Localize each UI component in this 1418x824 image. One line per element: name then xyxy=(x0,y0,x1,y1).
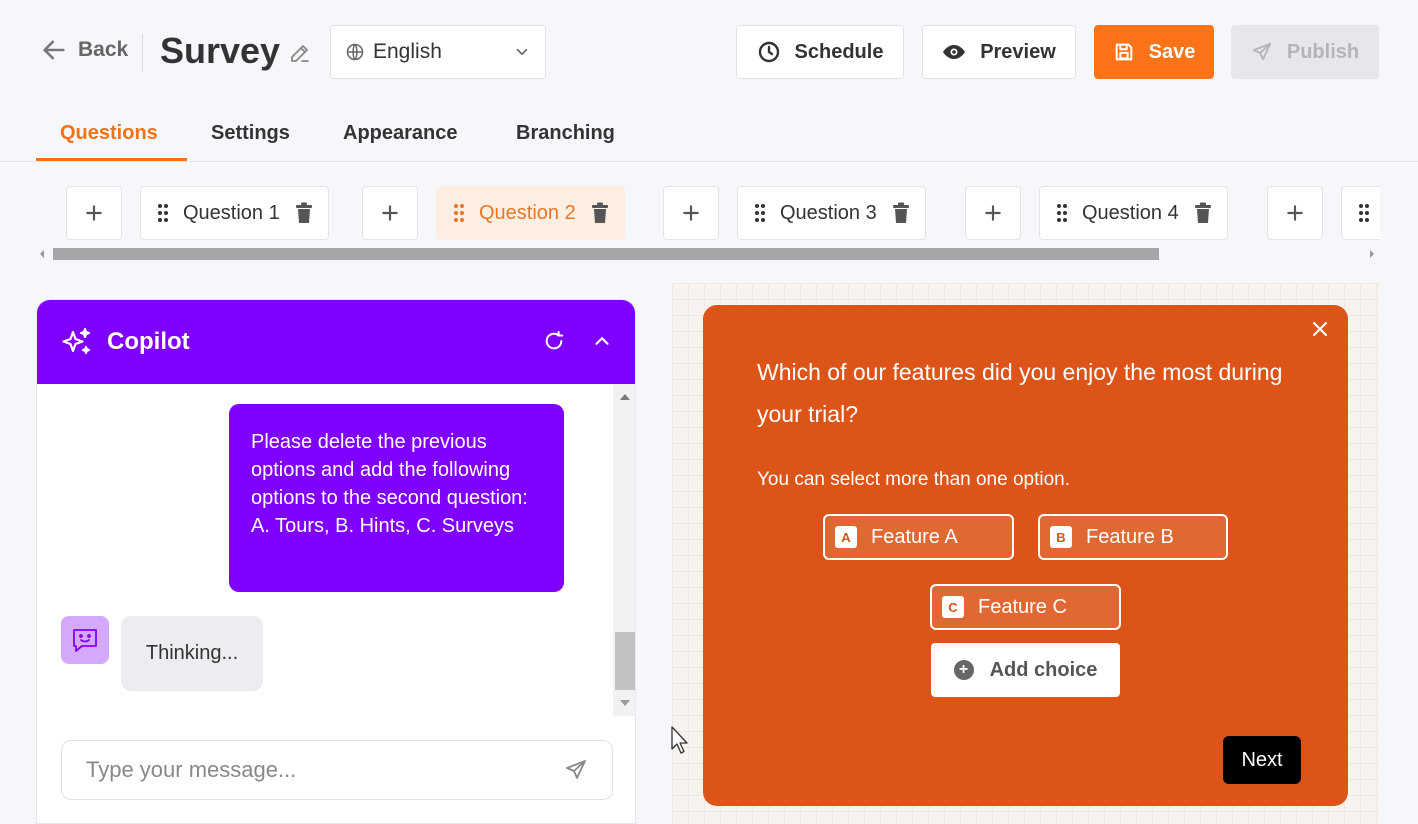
question-label: Question 1 xyxy=(183,201,280,224)
schedule-label: Schedule xyxy=(794,40,884,63)
tab-bar: Questions Settings Appearance Branching xyxy=(0,104,1418,162)
publish-label: Publish xyxy=(1286,40,1360,63)
add-question-button[interactable] xyxy=(362,186,418,240)
tab-branching[interactable]: Branching xyxy=(516,122,615,145)
chevron-up-icon[interactable] xyxy=(591,330,613,352)
question-tab-partial[interactable] xyxy=(1341,186,1380,240)
bot-message: Thinking... xyxy=(121,616,263,691)
globe-icon xyxy=(346,43,364,61)
back-label: Back xyxy=(78,38,129,61)
vertical-scrollbar[interactable] xyxy=(613,384,635,716)
divider xyxy=(142,34,143,72)
plus-icon xyxy=(382,205,398,221)
mouse-cursor-icon xyxy=(671,726,688,754)
eye-icon xyxy=(943,45,966,59)
preview-label: Preview xyxy=(980,40,1056,63)
send-icon[interactable] xyxy=(564,758,588,782)
choice-a[interactable]: A Feature A xyxy=(823,514,1014,560)
publish-button[interactable]: Publish xyxy=(1231,25,1379,79)
choice-c[interactable]: C Feature C xyxy=(930,584,1121,630)
add-question-button[interactable] xyxy=(965,186,1021,240)
drag-handle-icon[interactable] xyxy=(1056,203,1068,223)
tab-questions[interactable]: Questions xyxy=(60,122,158,145)
tab-settings[interactable]: Settings xyxy=(211,122,290,145)
refresh-icon[interactable] xyxy=(543,330,565,352)
scroll-thumb[interactable] xyxy=(615,632,635,690)
trash-icon[interactable] xyxy=(891,202,911,224)
question-label: Question 4 xyxy=(1082,201,1179,224)
question-tab-3[interactable]: Question 3 xyxy=(737,186,926,240)
schedule-button[interactable]: Schedule xyxy=(736,25,904,79)
drag-handle-icon[interactable] xyxy=(157,203,169,223)
add-question-button[interactable] xyxy=(66,186,122,240)
choice-label: Feature A xyxy=(871,525,958,548)
plus-icon xyxy=(985,205,1001,221)
choice-label: Feature B xyxy=(1086,525,1174,548)
page-title: Survey xyxy=(160,30,281,71)
chat-history: Please delete the previous options and a… xyxy=(37,384,635,716)
add-question-button[interactable] xyxy=(663,186,719,240)
scroll-right-arrow-icon[interactable] xyxy=(1370,250,1374,258)
plus-icon xyxy=(1287,205,1303,221)
choice-letter: B xyxy=(1050,526,1072,548)
survey-question: Which of our features did you enjoy the … xyxy=(757,359,1283,427)
drag-handle-icon[interactable] xyxy=(754,203,766,223)
copilot-header: Copilot xyxy=(37,300,635,384)
arrow-left-icon xyxy=(43,40,65,60)
choice-letter: A xyxy=(835,526,857,548)
scroll-down-arrow-icon[interactable] xyxy=(620,700,630,706)
header: Back Survey English Schedule Preview Sav… xyxy=(0,0,1418,104)
question-tab-2[interactable]: Question 2 xyxy=(436,186,625,240)
clock-icon xyxy=(758,41,779,63)
bot-chat-icon xyxy=(73,629,97,652)
question-tab-1[interactable]: Question 1 xyxy=(140,186,329,240)
floppy-icon xyxy=(1115,43,1132,61)
trash-icon[interactable] xyxy=(294,202,314,224)
next-button[interactable]: Next xyxy=(1223,736,1301,784)
plus-circle-icon: + xyxy=(953,660,974,680)
drag-handle-icon[interactable] xyxy=(1358,203,1370,223)
message-placeholder: Type your message... xyxy=(86,757,297,782)
question-label: Question 3 xyxy=(780,201,877,224)
survey-subtitle: You can select more than one option. xyxy=(757,469,1071,490)
trash-icon[interactable] xyxy=(590,202,610,224)
close-icon[interactable] xyxy=(1310,319,1330,339)
scroll-left-arrow-icon[interactable] xyxy=(40,250,44,258)
language-value: English xyxy=(373,40,442,63)
copilot-title: Copilot xyxy=(107,328,190,355)
copilot-panel: Copilot Please delete the previous optio… xyxy=(36,299,636,824)
choice-letter: C xyxy=(942,596,964,618)
scroll-thumb[interactable] xyxy=(53,248,1159,260)
chevron-down-icon xyxy=(516,48,528,56)
back-button[interactable]: Back xyxy=(40,36,128,64)
language-select[interactable]: English xyxy=(330,25,546,79)
active-tab-indicator xyxy=(36,158,187,161)
add-choice-button[interactable]: + Add choice xyxy=(931,643,1120,697)
send-icon xyxy=(1252,42,1272,61)
save-button[interactable]: Save xyxy=(1094,25,1214,79)
user-message: Please delete the previous options and a… xyxy=(229,404,564,592)
message-input[interactable]: Type your message... xyxy=(61,740,613,800)
save-label: Save xyxy=(1148,40,1196,63)
trash-icon[interactable] xyxy=(1193,202,1213,224)
pencil-icon[interactable] xyxy=(288,41,312,65)
plus-icon xyxy=(683,205,699,221)
survey-card: Which of our features did you enjoy the … xyxy=(703,305,1348,806)
scroll-up-arrow-icon[interactable] xyxy=(620,394,630,400)
preview-button[interactable]: Preview xyxy=(922,25,1076,79)
question-strip: Question 1 Question 2 Question 3 Questio… xyxy=(0,162,1380,262)
drag-handle-icon[interactable] xyxy=(453,203,465,223)
choice-label: Feature C xyxy=(978,595,1067,618)
add-question-button[interactable] xyxy=(1267,186,1323,240)
question-label: Question 2 xyxy=(479,201,576,224)
choice-b[interactable]: B Feature B xyxy=(1038,514,1228,560)
avatar xyxy=(61,616,109,664)
sparkles-icon xyxy=(62,327,91,355)
plus-icon xyxy=(86,205,102,221)
question-tab-4[interactable]: Question 4 xyxy=(1039,186,1228,240)
add-choice-label: Add choice xyxy=(989,658,1098,681)
horizontal-scrollbar[interactable] xyxy=(36,248,1380,262)
tab-appearance[interactable]: Appearance xyxy=(343,122,458,145)
